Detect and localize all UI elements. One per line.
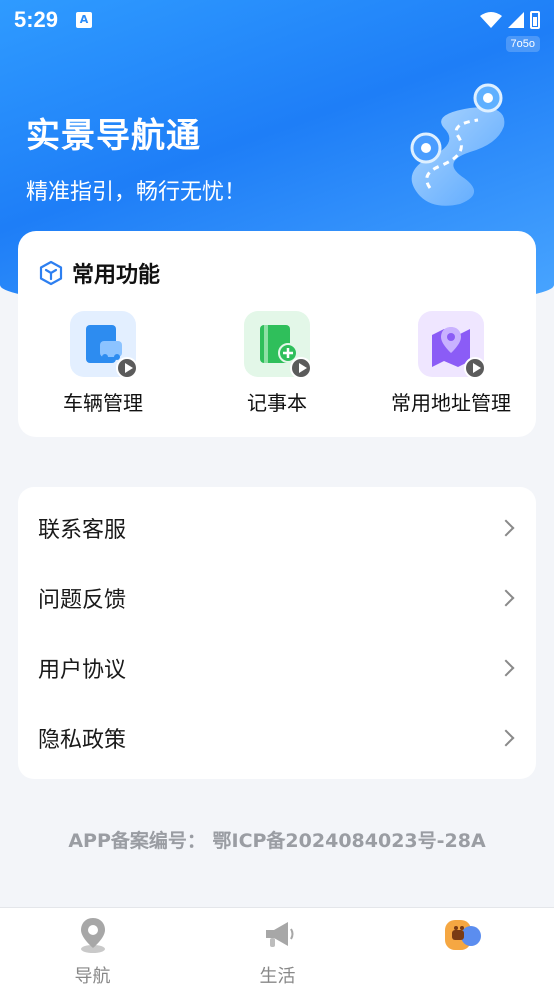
common-functions-header: 常用功能 (38, 257, 160, 289)
icp-record-number: APP备案编号： 鄂ICP备2024084023号-28A (68, 830, 486, 852)
tab-life[interactable]: 生活 (185, 908, 370, 986)
chevron-right-icon (497, 519, 515, 537)
function-vehicle-management[interactable]: 车辆管理 (18, 311, 188, 416)
car-door-icon (70, 311, 138, 379)
menu-privacy-policy[interactable]: 隐私政策 (18, 703, 536, 773)
app-title: 实景导航通 (26, 116, 201, 156)
cube-icon (39, 260, 63, 286)
play-icon (290, 357, 312, 379)
floating-badge: 7o5o (505, 36, 540, 52)
function-label: 车辆管理 (63, 391, 143, 415)
function-notebook[interactable]: 记事本 (192, 311, 362, 416)
function-label: 常用地址管理 (391, 391, 511, 415)
chevron-right-icon (497, 659, 515, 677)
megaphone-icon (265, 922, 293, 947)
menu-feedback[interactable]: 问题反馈 (18, 563, 536, 633)
tab-navigation[interactable]: 导航 (0, 908, 185, 986)
status-bar: 5:29 A (0, 0, 554, 40)
settings-menu: 联系客服 问题反馈 用户协议 隐私政策 (18, 487, 536, 779)
tab-label: 导航 (74, 966, 111, 986)
signal-icon (508, 12, 524, 28)
menu-label: 用户协议 (38, 658, 127, 683)
chevron-right-icon (497, 729, 515, 747)
battery-icon (530, 11, 540, 29)
menu-label: 联系客服 (38, 518, 127, 543)
menu-user-agreement[interactable]: 用户协议 (18, 633, 536, 703)
tab-label: 生活 (259, 966, 296, 986)
status-time: 5:29 (14, 7, 59, 32)
play-icon (464, 357, 486, 379)
menu-label: 问题反馈 (38, 588, 127, 613)
road-map-illustration (410, 83, 505, 206)
function-address-management[interactable]: 常用地址管理 (366, 311, 536, 416)
location-pin-icon (80, 918, 105, 953)
common-functions-card: 常用功能 车辆管理 记事本 常用地址管理 (18, 231, 536, 437)
menu-label: 隐私政策 (38, 728, 127, 753)
map-pin-icon (418, 311, 486, 379)
profile-avatar-icon (444, 920, 481, 950)
common-functions-title: 常用功能 (72, 263, 161, 288)
app-slogan: 精准指引，畅行无忧！ (26, 180, 247, 205)
wifi-icon (480, 12, 502, 28)
notification-a-icon: A (76, 12, 93, 28)
chevron-right-icon (497, 589, 515, 607)
menu-contact-support[interactable]: 联系客服 (18, 493, 536, 563)
tab-profile[interactable] (370, 908, 554, 986)
function-label: 记事本 (247, 391, 307, 415)
play-icon (116, 357, 138, 379)
notebook-add-icon (244, 311, 312, 379)
bottom-tab-bar: 导航 生活 (0, 907, 554, 986)
